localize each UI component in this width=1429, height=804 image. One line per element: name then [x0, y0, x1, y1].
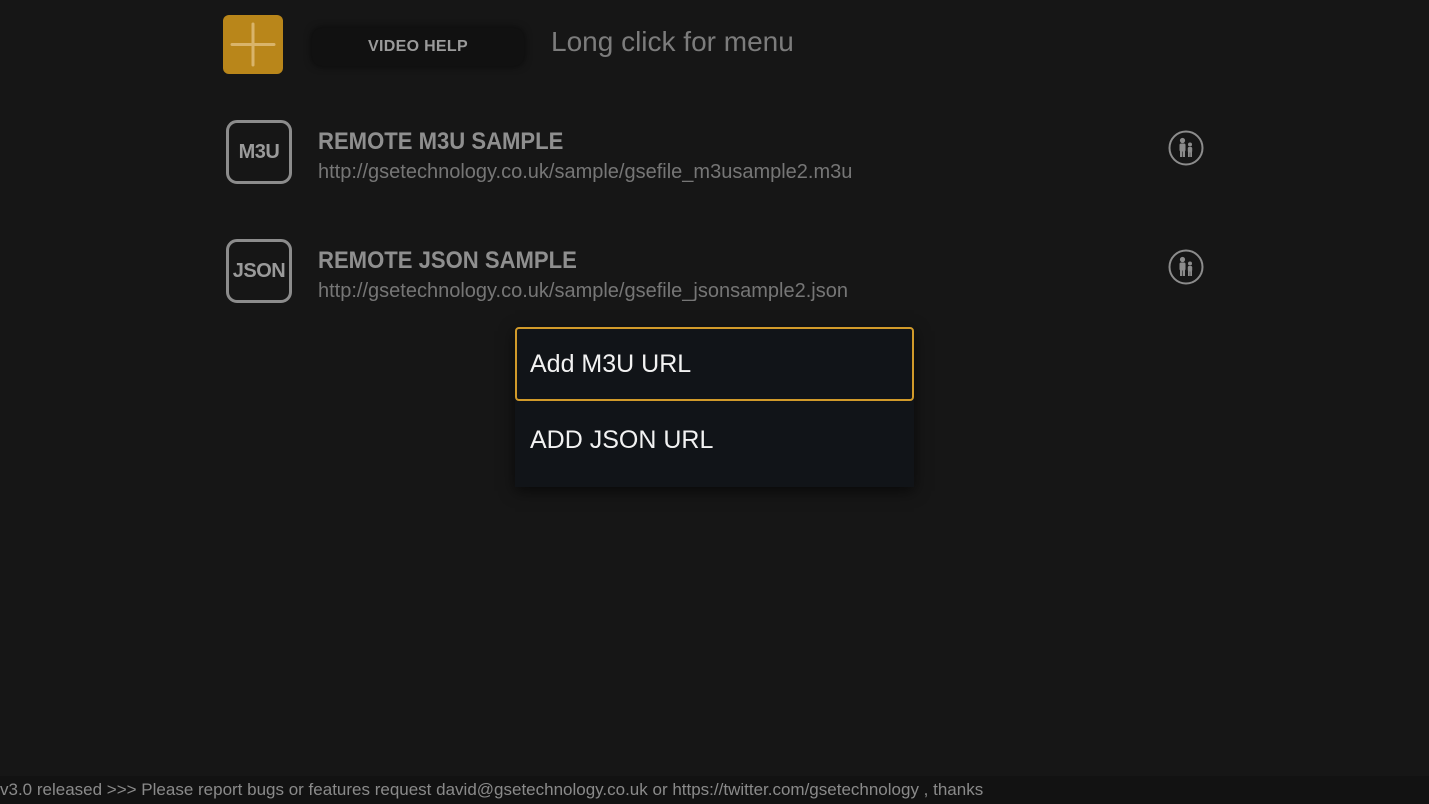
long-click-hint: Long click for menu [551, 26, 794, 57]
json-badge-icon: JSON [226, 239, 292, 303]
video-help-button[interactable]: VIDEO HELP [312, 28, 524, 66]
playlist-item[interactable]: M3U REMOTE M3U SAMPLE http://gsetechnolo… [226, 120, 1216, 190]
playlist-title: REMOTE JSON SAMPLE [318, 247, 577, 274]
plus-icon [230, 22, 276, 67]
playlist-item[interactable]: JSON REMOTE JSON SAMPLE http://gsetechno… [226, 239, 1216, 309]
menu-item-add-m3u-url[interactable]: Add M3U URL [515, 327, 914, 401]
menu-item-add-json-url[interactable]: ADD JSON URL [515, 403, 914, 477]
news-ticker: v3.0 released >>> Please report bugs or … [0, 776, 1429, 804]
parental-control-icon[interactable] [1168, 130, 1204, 166]
playlist-url: http://gsetechnology.co.uk/sample/gsefil… [318, 161, 853, 183]
playlist-title: REMOTE M3U SAMPLE [318, 128, 564, 155]
playlist-url: http://gsetechnology.co.uk/sample/gsefil… [318, 280, 848, 302]
add-playlist-button[interactable] [223, 15, 283, 74]
parental-control-icon[interactable] [1168, 249, 1204, 285]
m3u-badge-icon: M3U [226, 120, 292, 184]
add-playlist-menu: Add M3U URL ADD JSON URL [515, 327, 914, 487]
